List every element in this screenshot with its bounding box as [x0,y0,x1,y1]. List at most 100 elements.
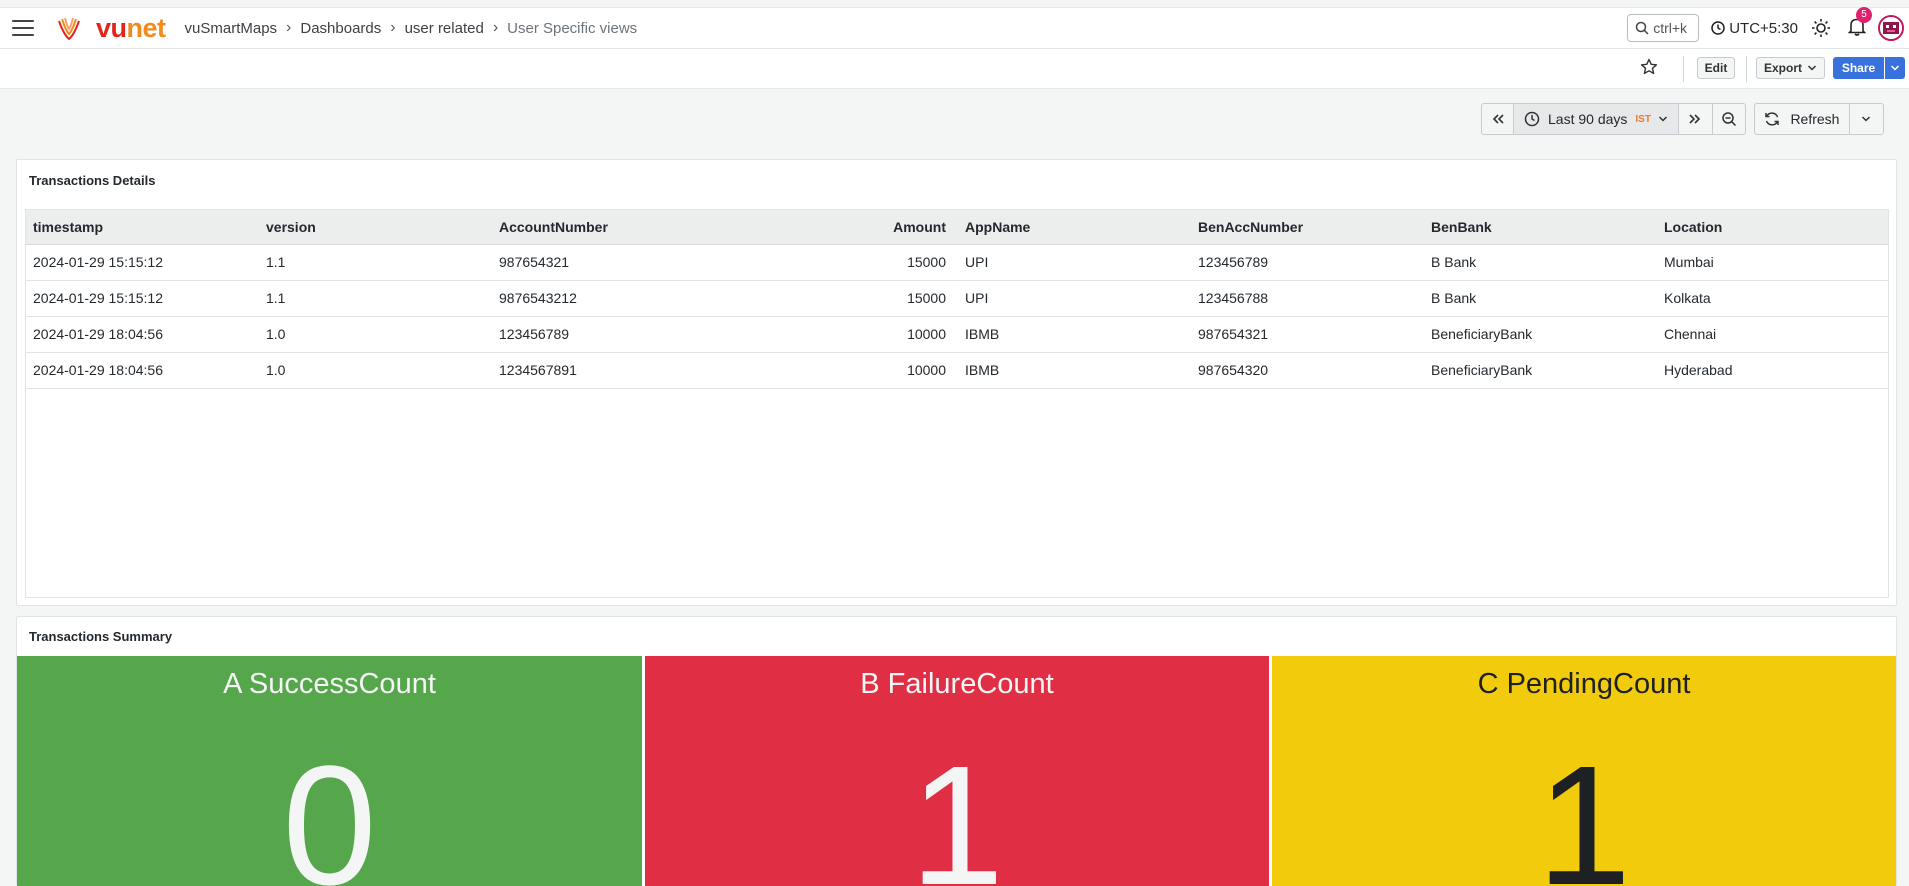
stat-title: C PendingCount [1477,668,1691,700]
table-cell: 123456789 [1191,244,1424,281]
refresh-button[interactable]: Refresh [1753,103,1850,135]
table-cell: 123456789 [492,316,725,353]
star-icon[interactable] [1640,58,1658,76]
table-cell: 1234567891 [492,352,725,389]
table-cell: Hyderabad [1657,352,1888,389]
chevron-down-icon [1890,65,1900,71]
table-row: 2024-01-29 18:04:56 1.0 1234567891 10000… [26,352,1888,389]
table-cell: UPI [958,280,1191,317]
table-cell: 10000 [725,352,958,389]
stat-pending-count: C PendingCount 1 [1272,656,1896,886]
column-header-amount[interactable]: Amount [725,210,958,245]
table-cell: 1.0 [259,316,492,353]
time-shift-back-button[interactable] [1481,103,1514,135]
top-navbar: vunet vuSmartMaps › Dashboards › user re… [0,6,1909,49]
timezone-badge: IST [1635,113,1651,125]
clock-icon [1524,111,1540,127]
double-chevron-left-icon [1492,114,1504,124]
export-button[interactable]: Export [1756,57,1825,79]
table-cell: 10000 [725,316,958,353]
notifications-button[interactable]: 5 [1847,6,1872,41]
breadcrumb: vuSmartMaps › Dashboards › user related … [185,19,638,37]
search-shortcut: ctrl+k [1653,20,1688,36]
stat-title: A SuccessCount [223,668,436,700]
table-row: 2024-01-29 15:15:12 1.1 9876543212 15000… [26,280,1888,317]
column-header-location[interactable]: Location [1657,210,1888,245]
column-header-ben-bank[interactable]: BenBank [1424,210,1657,245]
search-icon [1635,21,1649,35]
data-table-container: timestamp version AccountNumber Amount A… [25,209,1889,598]
share-button[interactable]: Share [1833,57,1884,79]
stat-value: 1 [1536,731,1632,886]
chevron-down-icon [1807,65,1817,71]
time-shift-forward-button[interactable] [1678,103,1713,135]
table-cell: 987654320 [1191,352,1424,389]
stat-failure-count: B FailureCount 1 [645,656,1269,886]
table-cell: BeneficiaryBank [1424,316,1657,353]
table-cell: 123456788 [1191,280,1424,317]
zoom-out-icon [1722,112,1736,127]
stat-success-count: A SuccessCount 0 [17,656,642,886]
theme-toggle-icon[interactable] [1811,18,1831,38]
stat-value: 0 [282,731,377,886]
refresh-icon [1765,112,1780,126]
table-cell: 15000 [725,244,958,281]
dashboard-toolbar: Edit Export Share [0,49,1909,89]
table-cell: BeneficiaryBank [1424,352,1657,389]
transactions-details-panel: Transactions Details timestamp version A… [16,159,1897,606]
time-range-controls: Last 90 days IST Refresh [1481,103,1884,135]
table-cell: 2024-01-29 18:04:56 [26,352,259,389]
breadcrumb-item-vusmartmaps[interactable]: vuSmartMaps [185,20,278,37]
column-header-app-name[interactable]: AppName [958,210,1191,245]
breadcrumb-item-user-related[interactable]: user related [405,20,484,37]
table-cell: 15000 [725,280,958,317]
table-cell: Kolkata [1657,280,1888,317]
table-cell: UPI [958,244,1191,281]
column-header-ben-acc-number[interactable]: BenAccNumber [1191,210,1424,245]
refresh-label: Refresh [1790,111,1840,127]
stat-value: 1 [909,731,1005,886]
table-cell: 9876543212 [492,280,725,317]
table-cell: Mumbai [1657,244,1888,281]
vunet-logo-text: vunet [96,12,166,43]
table-cell: B Bank [1424,280,1657,317]
column-header-account-number[interactable]: AccountNumber [492,210,725,245]
column-header-timestamp[interactable]: timestamp [26,210,259,245]
chevron-down-icon [1658,116,1667,122]
double-chevron-right-icon [1689,114,1701,124]
table-cell: 2024-01-29 18:04:56 [26,316,259,353]
table-cell: 1.1 [259,280,492,317]
menu-icon[interactable] [12,20,34,36]
breadcrumb-item-dashboards[interactable]: Dashboards [300,20,381,37]
export-label: Export [1763,61,1802,75]
share-dropdown-button[interactable] [1885,57,1905,79]
notification-count-badge: 5 [1856,6,1872,23]
panel-title: Transactions Details [29,173,156,188]
refresh-interval-dropdown[interactable] [1849,103,1884,135]
time-range-picker[interactable]: Last 90 days IST [1514,103,1679,135]
table-cell: B Bank [1424,244,1657,281]
table-cell: 2024-01-29 15:15:12 [26,244,259,281]
chevron-right-icon: › [492,19,499,36]
column-header-version[interactable]: version [259,210,492,245]
chevron-right-icon: › [390,19,396,36]
search-input[interactable]: ctrl+k [1627,14,1700,42]
table-cell: IBMB [958,352,1191,389]
edit-button[interactable]: Edit [1697,57,1735,79]
table-cell: 987654321 [1191,316,1424,353]
toolbar-divider [1746,56,1747,82]
table-cell: 987654321 [492,244,725,281]
clock-icon [1711,21,1725,35]
table-cell: 1.1 [259,244,492,281]
table-cell: 1.0 [259,352,492,389]
table-row: 2024-01-29 15:15:12 1.1 987654321 15000 … [26,244,1888,281]
zoom-out-button[interactable] [1712,103,1746,135]
table-row: 2024-01-29 18:04:56 1.0 123456789 10000 … [26,316,1888,353]
panel-title: Transactions Summary [29,629,173,644]
time-range-label: Last 90 days [1548,111,1628,127]
chevron-down-icon [1862,116,1871,122]
table-cell: IBMB [958,316,1191,353]
transactions-table: timestamp version AccountNumber Amount A… [26,210,1888,389]
avatar[interactable] [1878,15,1904,41]
timezone-display[interactable]: UTC+5:30 [1711,20,1798,37]
